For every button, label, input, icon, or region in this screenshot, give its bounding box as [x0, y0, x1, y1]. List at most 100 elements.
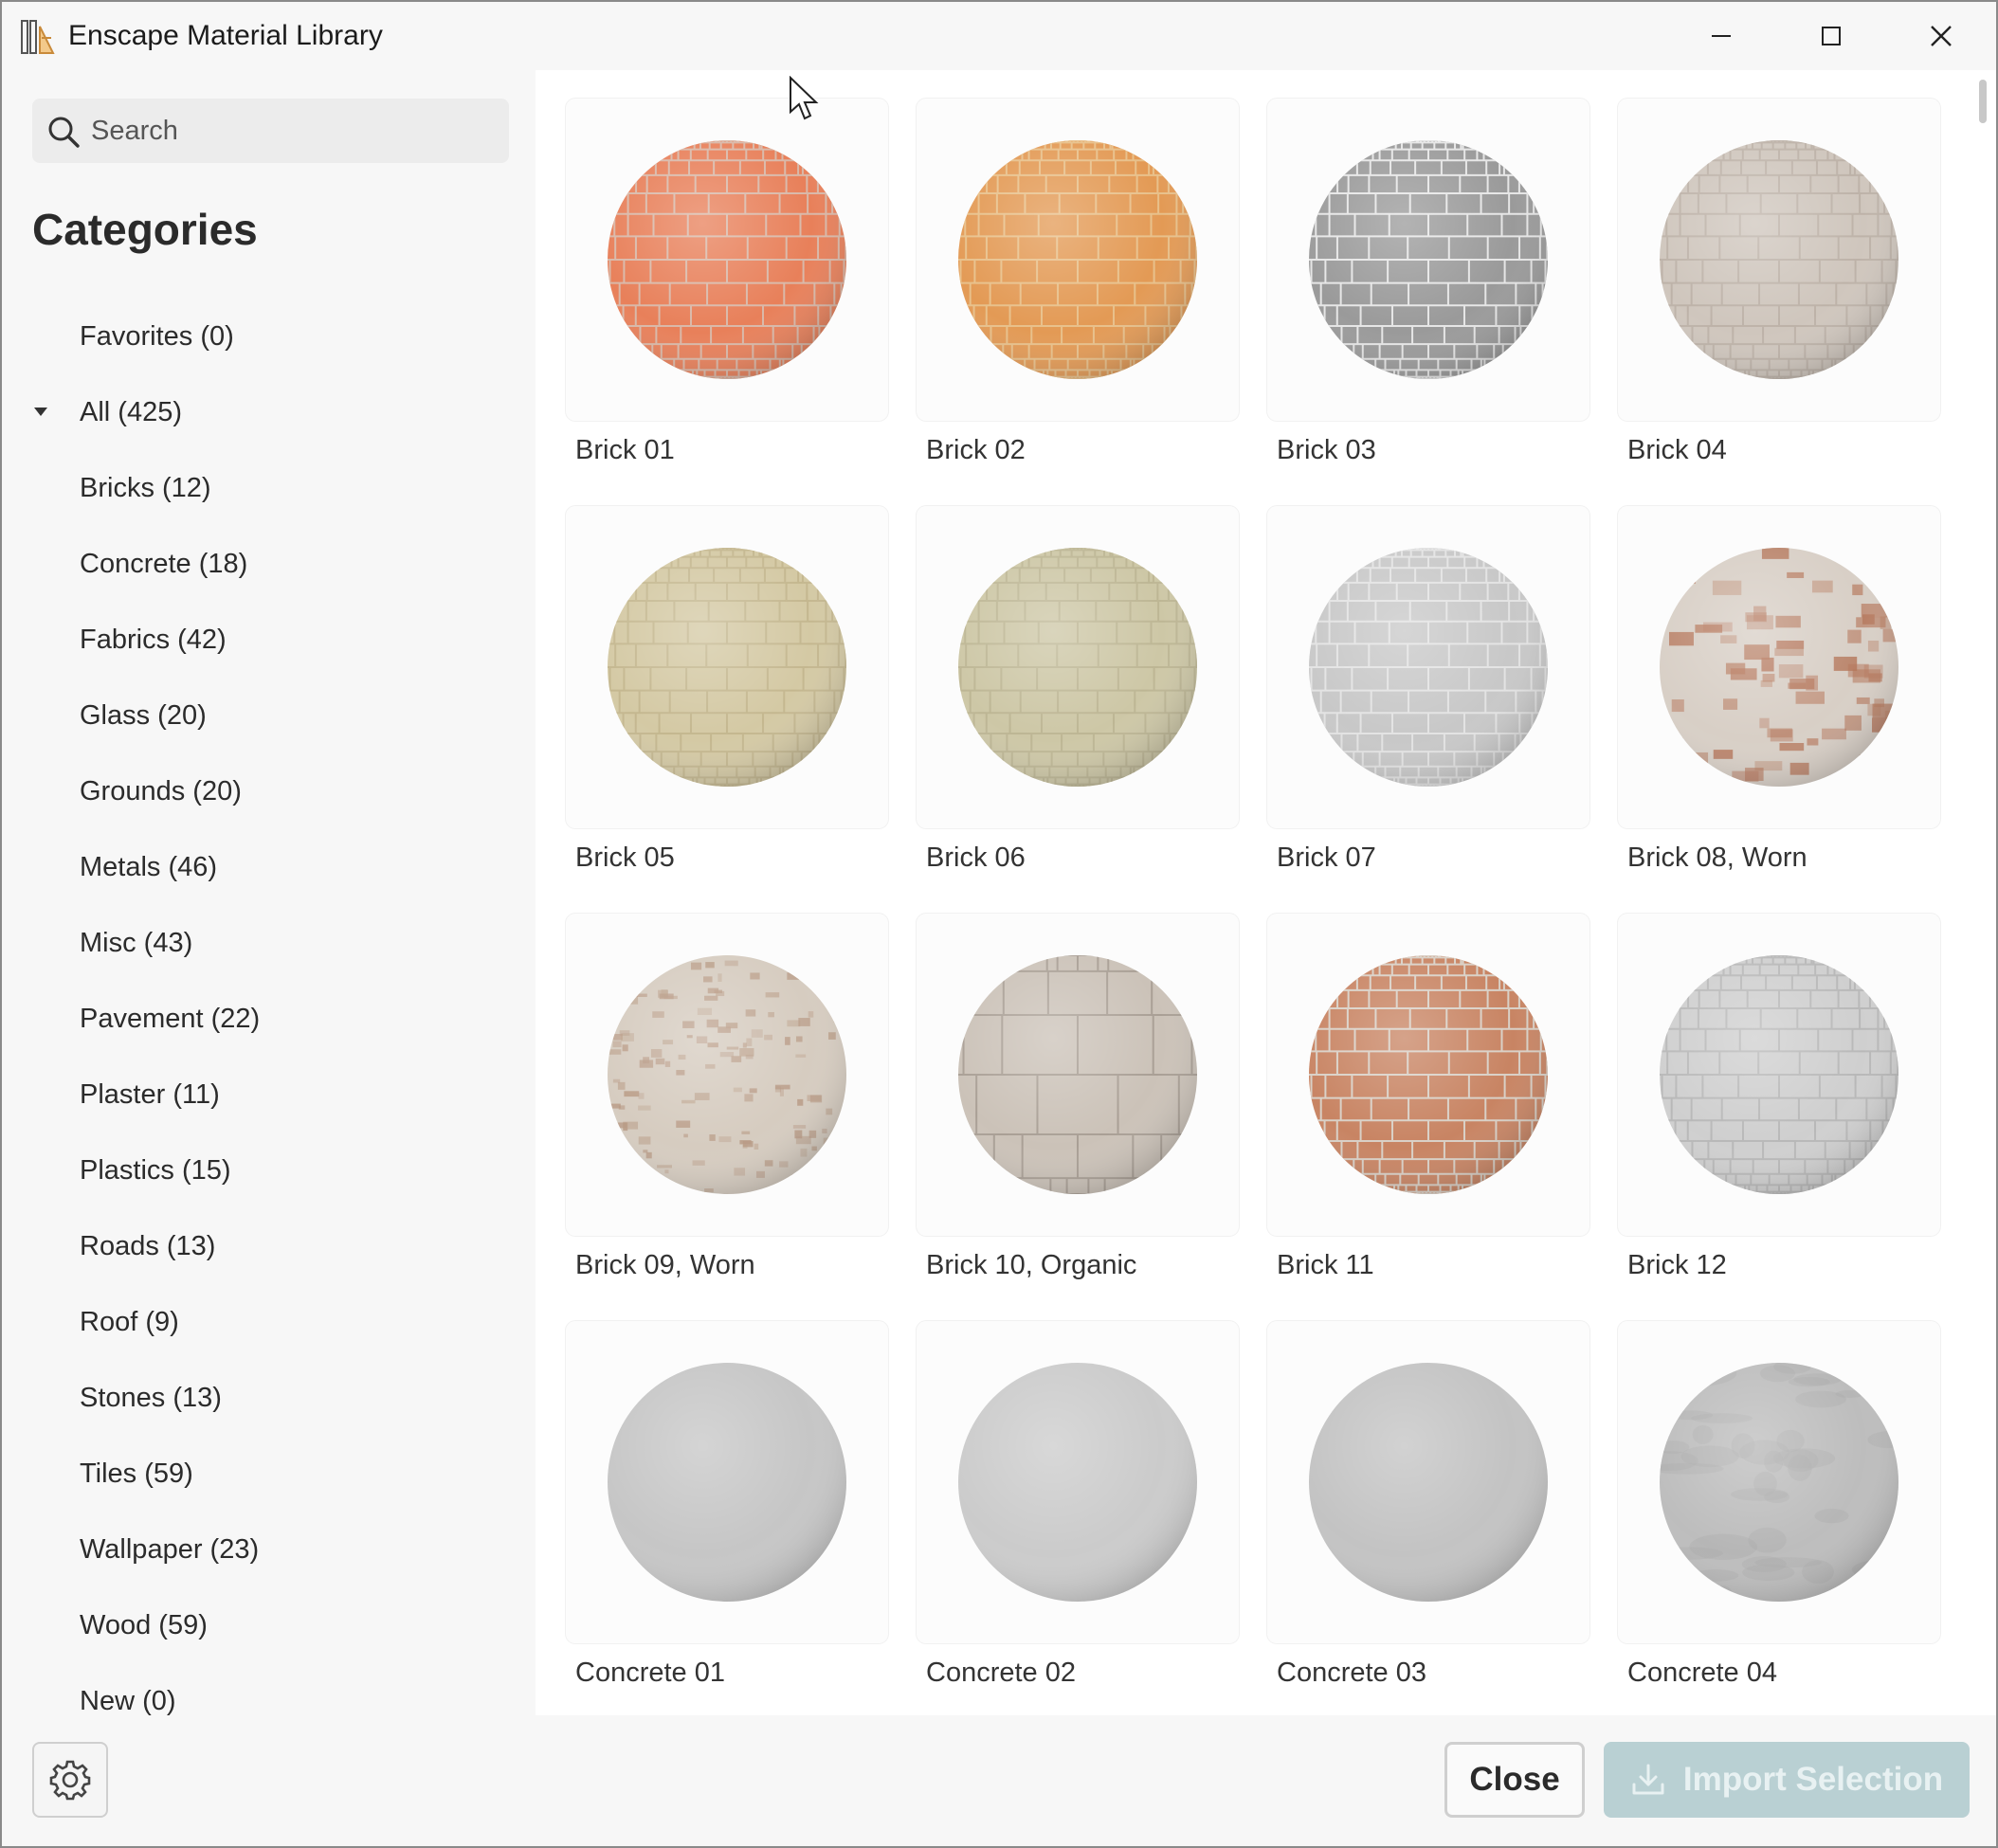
sidebar-category-item[interactable]: Stones (13): [2, 1365, 536, 1431]
material-tile[interactable]: Brick 02: [917, 99, 1239, 478]
material-grid-area: Brick 01 Brick 02 Brick 03 Brick 04 Brick 05…: [536, 70, 1971, 1715]
material-thumbnail[interactable]: [566, 99, 888, 421]
sidebar-category-item[interactable]: Pavement (22): [2, 986, 536, 1052]
material-name: Brick 02: [926, 435, 1026, 465]
sidebar-category-item[interactable]: Plastics (15): [2, 1137, 536, 1204]
close-button[interactable]: Close: [1444, 1742, 1585, 1818]
window-title: Enscape Material Library: [68, 20, 383, 51]
material-tile[interactable]: Concrete 01: [566, 1321, 888, 1700]
material-tile[interactable]: Brick 07: [1267, 506, 1589, 885]
material-name: Brick 07: [1277, 842, 1376, 873]
category-label: Tiles (59): [80, 1458, 193, 1489]
maximize-button[interactable]: [1776, 2, 1886, 70]
material-tile[interactable]: Brick 11: [1267, 914, 1589, 1293]
material-tile[interactable]: Brick 12: [1618, 914, 1940, 1293]
material-thumbnail[interactable]: [917, 1321, 1239, 1643]
sidebar-category-item[interactable]: Wallpaper (23): [2, 1516, 536, 1583]
material-sphere-preview: [1660, 140, 1898, 379]
material-tile[interactable]: Brick 03: [1267, 99, 1589, 478]
search-icon: [48, 117, 80, 148]
material-thumbnail[interactable]: [1267, 1321, 1589, 1643]
sidebar-category-item[interactable]: Misc (43): [2, 910, 536, 976]
sidebar-category-item[interactable]: Grounds (20): [2, 758, 536, 824]
category-label: Plaster (11): [80, 1079, 220, 1110]
close-window-button[interactable]: [1886, 2, 1996, 70]
material-sphere-preview: [958, 1363, 1197, 1602]
categories-heading: Categories: [32, 205, 258, 254]
title-bar[interactable]: Enscape Material Library: [2, 2, 1996, 70]
material-name: Brick 10, Organic: [926, 1250, 1137, 1280]
category-label: Roads (13): [80, 1231, 216, 1261]
sidebar-category-item[interactable]: All (425): [2, 379, 536, 445]
material-name: Brick 08, Worn: [1627, 842, 1807, 873]
material-name: Brick 05: [575, 842, 675, 873]
material-sphere-preview: [608, 548, 846, 787]
material-thumbnail[interactable]: [917, 914, 1239, 1236]
material-tile[interactable]: Brick 04: [1618, 99, 1940, 478]
material-name: Concrete 04: [1627, 1658, 1777, 1688]
footer-bar: Close Import Selection: [2, 1715, 1996, 1846]
material-sphere-preview: [1660, 955, 1898, 1194]
material-grid: Brick 01 Brick 02 Brick 03 Brick 04 Brick 05…: [536, 70, 1971, 1715]
import-selection-label: Import Selection: [1682, 1761, 1944, 1798]
material-thumbnail[interactable]: [566, 914, 888, 1236]
sidebar-category-item[interactable]: Roads (13): [2, 1213, 536, 1279]
material-sphere-preview: [958, 548, 1197, 787]
material-tile[interactable]: Brick 08, Worn: [1618, 506, 1940, 885]
sidebar-category-item[interactable]: Tiles (59): [2, 1440, 536, 1507]
search-input[interactable]: Search: [32, 99, 509, 163]
category-label: All (425): [80, 397, 182, 427]
material-thumbnail[interactable]: [1618, 914, 1940, 1236]
sidebar-category-item[interactable]: Favorites (0): [2, 303, 536, 370]
sidebar-category-item[interactable]: Glass (20): [2, 682, 536, 749]
material-name: Concrete 02: [926, 1658, 1076, 1688]
material-thumbnail[interactable]: [1618, 506, 1940, 828]
category-label: Misc (43): [80, 928, 193, 958]
category-label: Plastics (15): [80, 1155, 231, 1186]
material-tile[interactable]: Brick 05: [566, 506, 888, 885]
material-thumbnail[interactable]: [1267, 506, 1589, 828]
sidebar-category-item[interactable]: Roof (9): [2, 1289, 536, 1355]
scrollbar-thumb[interactable]: [1979, 80, 1987, 123]
material-tile[interactable]: Brick 01: [566, 99, 888, 478]
material-thumbnail[interactable]: [566, 1321, 888, 1643]
settings-button[interactable]: [32, 1742, 108, 1818]
material-tile[interactable]: Brick 09, Worn: [566, 914, 888, 1293]
category-label: Bricks (12): [80, 473, 211, 503]
category-label: Metals (46): [80, 852, 218, 882]
sidebar-category-item[interactable]: Bricks (12): [2, 455, 536, 521]
material-name: Brick 09, Worn: [575, 1250, 755, 1280]
sidebar-category-item[interactable]: Concrete (18): [2, 531, 536, 597]
material-thumbnail[interactable]: [1267, 99, 1589, 421]
search-placeholder: Search: [91, 116, 178, 146]
sidebar-category-item[interactable]: Fabrics (42): [2, 607, 536, 673]
minimize-icon: [1712, 35, 1731, 37]
material-tile[interactable]: Concrete 02: [917, 1321, 1239, 1700]
grid-scrollbar[interactable]: [1971, 70, 1996, 1715]
material-thumbnail[interactable]: [917, 506, 1239, 828]
minimize-button[interactable]: [1666, 2, 1776, 70]
maximize-icon: [1822, 27, 1841, 45]
material-tile[interactable]: Concrete 03: [1267, 1321, 1589, 1700]
material-sphere-preview: [608, 1363, 846, 1602]
category-label: Pavement (22): [80, 1004, 261, 1034]
gear-icon: [49, 1760, 91, 1801]
category-label: Glass (20): [80, 700, 207, 731]
expand-caret-icon[interactable]: [34, 408, 47, 416]
material-thumbnail[interactable]: [1618, 1321, 1940, 1643]
material-thumbnail[interactable]: [917, 99, 1239, 421]
material-thumbnail[interactable]: [1267, 914, 1589, 1236]
sidebar-category-item[interactable]: Wood (59): [2, 1592, 536, 1658]
material-thumbnail[interactable]: [1618, 99, 1940, 421]
material-tile[interactable]: Concrete 04: [1618, 1321, 1940, 1700]
sidebar-category-item[interactable]: Metals (46): [2, 834, 536, 900]
material-tile[interactable]: Brick 10, Organic: [917, 914, 1239, 1293]
sidebar-category-item[interactable]: Plaster (11): [2, 1061, 536, 1128]
category-label: Concrete (18): [80, 549, 248, 579]
import-selection-button[interactable]: Import Selection: [1604, 1742, 1970, 1818]
material-tile[interactable]: Brick 06: [917, 506, 1239, 885]
material-sphere-preview: [1309, 1363, 1548, 1602]
material-thumbnail[interactable]: [566, 506, 888, 828]
sidebar: Search Categories Favorites (0) All (425)…: [2, 70, 536, 1716]
category-label: Favorites (0): [80, 321, 234, 352]
